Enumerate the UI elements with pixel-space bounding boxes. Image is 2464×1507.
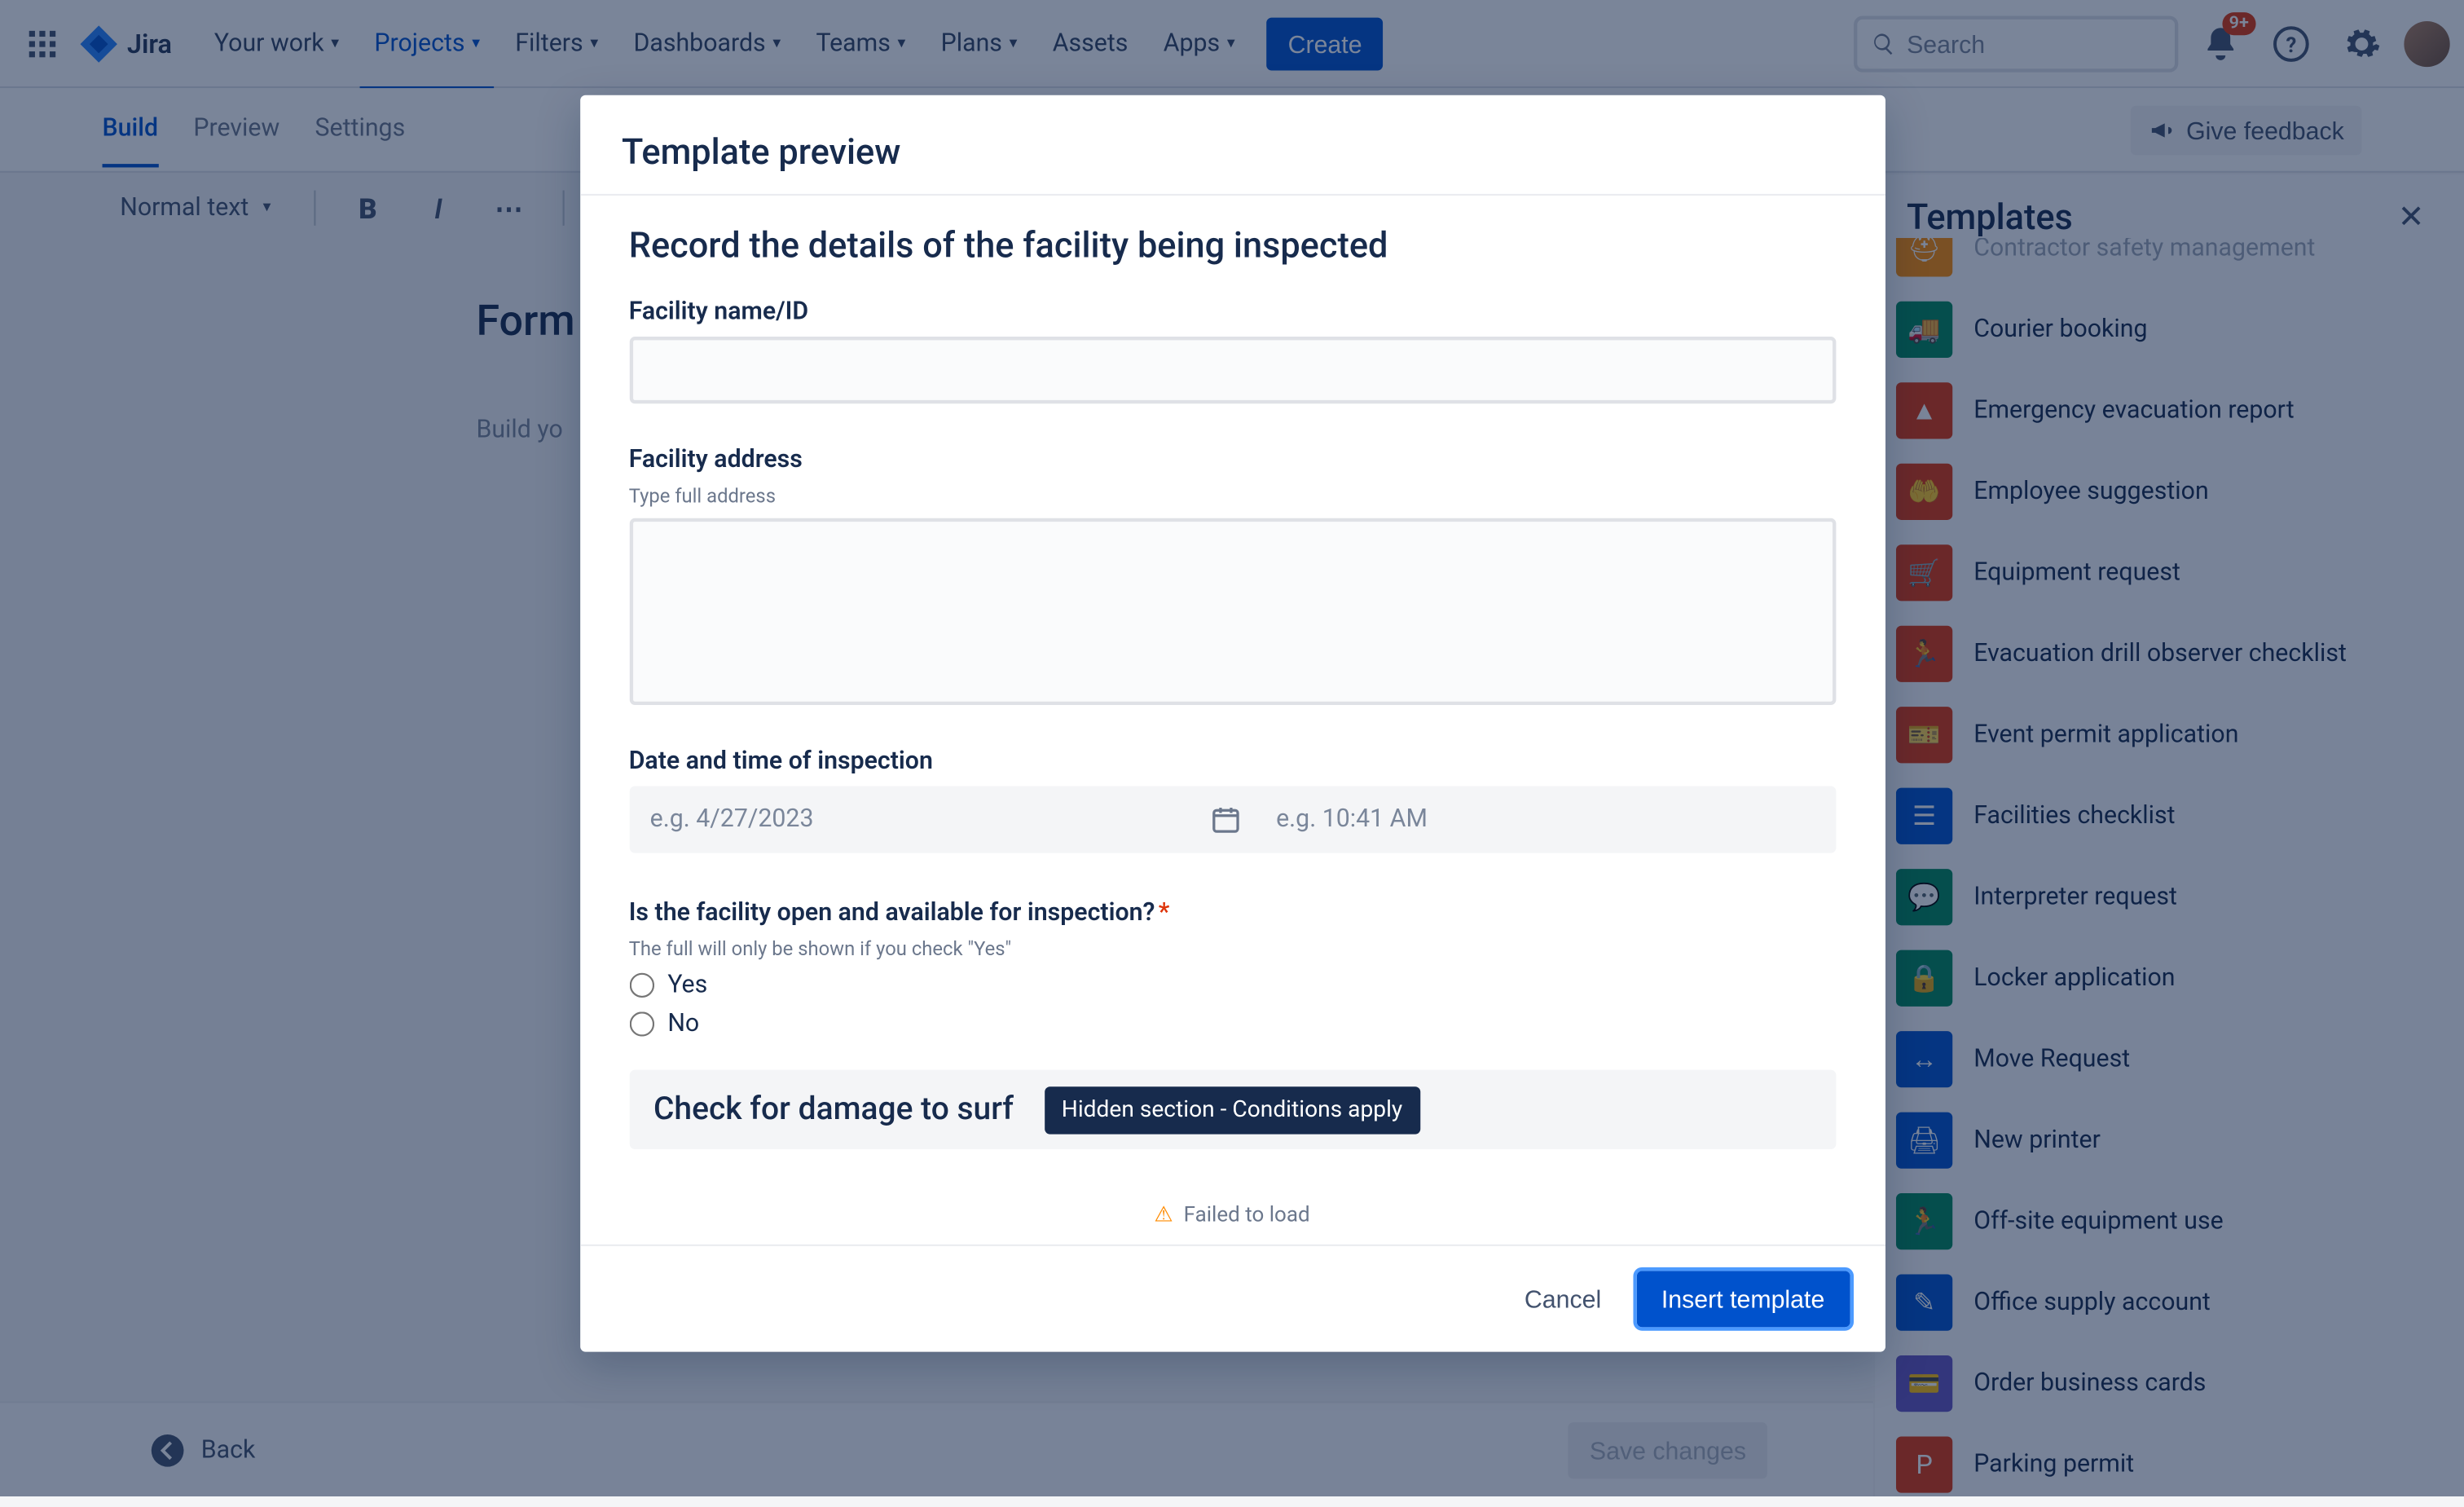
facility-name-input[interactable] <box>629 337 1836 403</box>
cancel-button[interactable]: Cancel <box>1507 1271 1619 1327</box>
failed-to-load: ⚠ Failed to load <box>629 1202 1836 1227</box>
date-time-input[interactable]: e.g. 4/27/2023 e.g. 10:41 AM <box>629 786 1836 853</box>
radio-no[interactable]: No <box>629 1010 1836 1038</box>
time-placeholder: e.g. 10:41 AM <box>1276 805 1428 834</box>
facility-address-help: Type full address <box>629 485 1836 508</box>
hidden-section: Check for damage to surf Hidden section … <box>629 1070 1836 1149</box>
facility-name-label: Facility name/ID <box>629 297 1836 326</box>
template-preview-modal: Template preview Record the details of t… <box>579 95 1885 1352</box>
modal-overlay: Template preview Record the details of t… <box>0 0 2464 1496</box>
date-placeholder: e.g. 4/27/2023 <box>650 805 814 834</box>
calendar-icon <box>1209 804 1241 835</box>
facility-address-input[interactable] <box>629 518 1836 705</box>
hidden-section-tooltip: Hidden section - Conditions apply <box>1044 1086 1420 1133</box>
damage-heading: Check for damage to surf <box>653 1091 1014 1128</box>
modal-heading: Record the details of the facility being… <box>629 224 1836 267</box>
inspection-date-label: Date and time of inspection <box>629 747 1836 776</box>
insert-template-button[interactable]: Insert template <box>1637 1271 1850 1327</box>
warning-icon: ⚠ <box>1154 1202 1173 1227</box>
open-question-help: The full will only be shown if you check… <box>629 937 1836 960</box>
radio-yes[interactable]: Yes <box>629 972 1836 1000</box>
open-question-label: Is the facility open and available for i… <box>629 899 1836 928</box>
facility-address-label: Facility address <box>629 446 1836 474</box>
modal-title: Template preview <box>579 95 1885 194</box>
